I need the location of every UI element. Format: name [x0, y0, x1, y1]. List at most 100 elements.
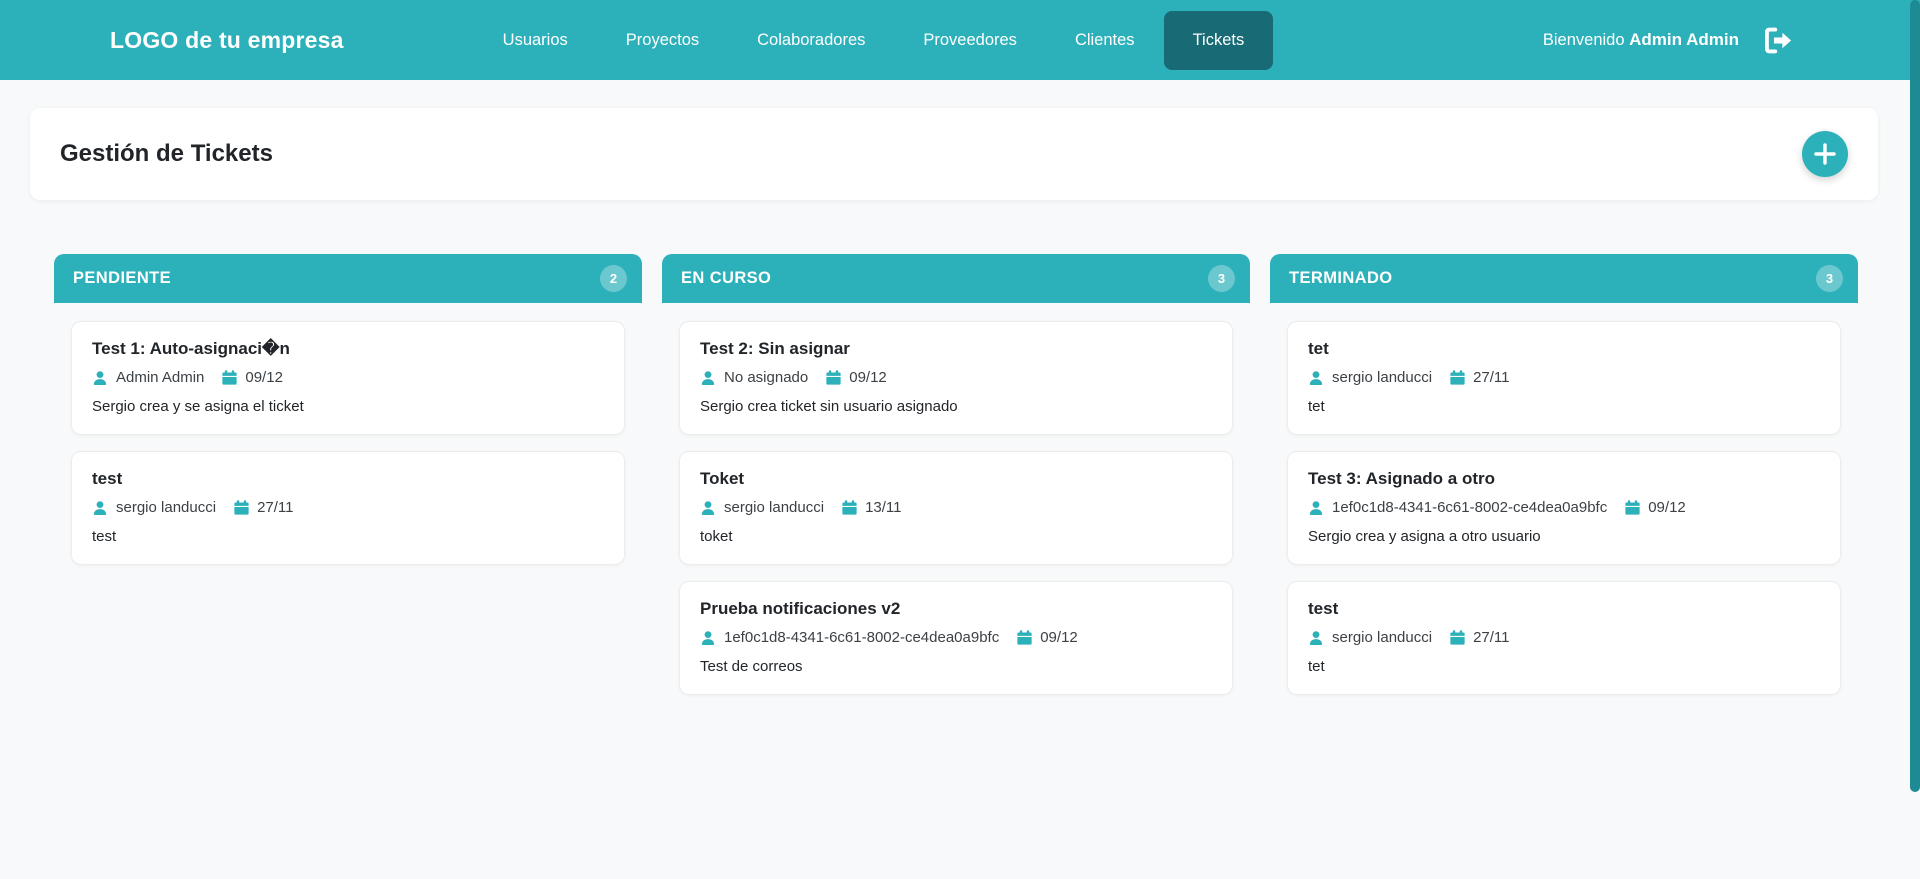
calendar-icon: [1017, 630, 1032, 645]
ticket-date: 09/12: [849, 369, 887, 386]
ticket-assignee: No asignado: [724, 369, 808, 386]
ticket-description: Test de correos: [700, 658, 1212, 675]
ticket-card[interactable]: Test 1: Auto-asignaci�n Admin Admin: [71, 321, 625, 435]
logo[interactable]: LOGO de tu empresa: [110, 27, 344, 54]
ticket-description: test: [92, 528, 604, 545]
ticket-assignee: sergio landucci: [1332, 369, 1432, 386]
page-header-card: Gestión de Tickets: [30, 108, 1878, 200]
ticket-description: toket: [700, 528, 1212, 545]
calendar-icon: [222, 370, 237, 385]
board-column: PENDIENTE 2 Test 1: Auto-asignaci�n Admi…: [54, 254, 642, 583]
user-icon: [92, 500, 108, 516]
calendar-icon: [1625, 500, 1640, 515]
nav-links: UsuariosProyectosColaboradoresProveedore…: [474, 11, 1274, 70]
ticket-title: test: [1308, 599, 1820, 619]
nav-item-tickets[interactable]: Tickets: [1164, 11, 1274, 70]
scrollbar-thumb[interactable]: [1910, 0, 1920, 792]
ticket-meta: Admin Admin 09/12: [92, 369, 604, 386]
ticket-date: 27/11: [1473, 629, 1509, 646]
ticket-assignee-group: sergio landucci: [700, 499, 824, 516]
ticket-meta: sergio landucci 27/11: [1308, 369, 1820, 386]
board-column: EN CURSO 3 Test 2: Sin asignar No asigna…: [662, 254, 1250, 713]
ticket-card[interactable]: test sergio landucci: [1287, 581, 1841, 695]
nav-item-colaboradores[interactable]: Colaboradores: [728, 11, 894, 70]
ticket-title: Prueba notificaciones v2: [700, 599, 1212, 619]
user-icon: [700, 370, 716, 386]
ticket-card[interactable]: Toket sergio landucci: [679, 451, 1233, 565]
ticket-assignee: sergio landucci: [1332, 629, 1432, 646]
ticket-card[interactable]: Test 2: Sin asignar No asignado: [679, 321, 1233, 435]
ticket-date-group: 27/11: [1450, 369, 1509, 386]
ticket-meta: sergio landucci 27/11: [1308, 629, 1820, 646]
ticket-card[interactable]: Test 3: Asignado a otro 1ef0c1d8-4341-6c…: [1287, 451, 1841, 565]
column-header: EN CURSO 3: [662, 254, 1250, 303]
ticket-date-group: 09/12: [1017, 629, 1078, 646]
calendar-icon: [1450, 370, 1465, 385]
ticket-meta: 1ef0c1d8-4341-6c61-8002-ce4dea0a9bfc 09/…: [1308, 499, 1820, 516]
column-title: TERMINADO: [1289, 269, 1393, 288]
column-count-badge: 3: [1208, 265, 1235, 292]
add-ticket-button[interactable]: [1802, 131, 1848, 177]
calendar-icon: [1450, 630, 1465, 645]
ticket-date: 09/12: [245, 369, 283, 386]
ticket-card[interactable]: Prueba notificaciones v2 1ef0c1d8-4341-6…: [679, 581, 1233, 695]
welcome-username: Admin Admin: [1629, 30, 1739, 49]
page-title: Gestión de Tickets: [60, 140, 273, 168]
user-icon: [92, 370, 108, 386]
ticket-assignee: sergio landucci: [116, 499, 216, 516]
user-icon: [1308, 630, 1324, 646]
column-count-badge: 3: [1816, 265, 1843, 292]
ticket-date: 27/11: [1473, 369, 1509, 386]
ticket-date: 09/12: [1040, 629, 1078, 646]
column-header: TERMINADO 3: [1270, 254, 1858, 303]
navbar-right: Bienvenido Admin Admin: [1543, 27, 1794, 54]
column-card-list: Test 1: Auto-asignaci�n Admin Admin: [54, 303, 642, 583]
ticket-title: Test 1: Auto-asignaci�n: [92, 339, 604, 359]
nav-item-proveedores[interactable]: Proveedores: [894, 11, 1046, 70]
plus-icon: [1813, 142, 1837, 166]
calendar-icon: [842, 500, 857, 515]
ticket-assignee: 1ef0c1d8-4341-6c61-8002-ce4dea0a9bfc: [1332, 499, 1607, 516]
ticket-assignee-group: 1ef0c1d8-4341-6c61-8002-ce4dea0a9bfc: [700, 629, 999, 646]
column-header: PENDIENTE 2: [54, 254, 642, 303]
user-icon: [1308, 370, 1324, 386]
column-count-badge: 2: [600, 265, 627, 292]
ticket-assignee: 1ef0c1d8-4341-6c61-8002-ce4dea0a9bfc: [724, 629, 999, 646]
ticket-title: Test 3: Asignado a otro: [1308, 469, 1820, 489]
user-icon: [700, 500, 716, 516]
ticket-assignee-group: sergio landucci: [92, 499, 216, 516]
column-card-list: Test 2: Sin asignar No asignado: [662, 303, 1250, 713]
ticket-date-group: 09/12: [1625, 499, 1686, 516]
ticket-assignee: sergio landucci: [724, 499, 824, 516]
ticket-title: test: [92, 469, 604, 489]
ticket-title: tet: [1308, 339, 1820, 359]
board: PENDIENTE 2 Test 1: Auto-asignaci�n Admi…: [54, 254, 1920, 713]
column-card-list: tet sergio landucci: [1270, 303, 1858, 713]
nav-item-usuarios[interactable]: Usuarios: [474, 11, 597, 70]
calendar-icon: [234, 500, 249, 515]
ticket-description: Sergio crea ticket sin usuario asignado: [700, 398, 1212, 415]
ticket-title: Toket: [700, 469, 1212, 489]
ticket-description: tet: [1308, 658, 1820, 675]
ticket-date-group: 27/11: [1450, 629, 1509, 646]
ticket-card[interactable]: tet sergio landucci: [1287, 321, 1841, 435]
ticket-date: 09/12: [1648, 499, 1686, 516]
column-title: EN CURSO: [681, 269, 771, 288]
nav-item-clientes[interactable]: Clientes: [1046, 11, 1164, 70]
ticket-date-group: 09/12: [826, 369, 887, 386]
board-column: TERMINADO 3 tet sergio landucci: [1270, 254, 1858, 713]
nav-item-proyectos[interactable]: Proyectos: [597, 11, 728, 70]
ticket-assignee-group: sergio landucci: [1308, 369, 1432, 386]
ticket-card[interactable]: test sergio landucci: [71, 451, 625, 565]
ticket-meta: sergio landucci 27/11: [92, 499, 604, 516]
ticket-assignee-group: Admin Admin: [92, 369, 204, 386]
ticket-date-group: 13/11: [842, 499, 901, 516]
ticket-date-group: 27/11: [234, 499, 293, 516]
logout-button[interactable]: [1763, 27, 1794, 54]
ticket-assignee-group: 1ef0c1d8-4341-6c61-8002-ce4dea0a9bfc: [1308, 499, 1607, 516]
ticket-date: 27/11: [257, 499, 293, 516]
ticket-description: Sergio crea y asigna a otro usuario: [1308, 528, 1820, 545]
ticket-assignee-group: sergio landucci: [1308, 629, 1432, 646]
ticket-assignee-group: No asignado: [700, 369, 808, 386]
column-title: PENDIENTE: [73, 269, 171, 288]
